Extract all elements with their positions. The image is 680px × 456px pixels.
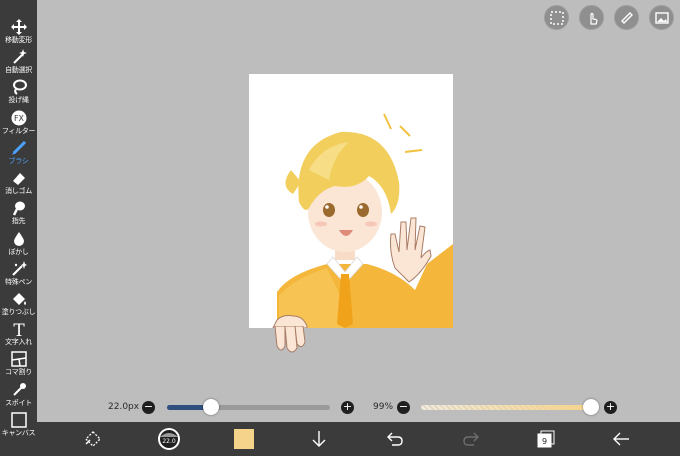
touch-button[interactable] xyxy=(579,5,604,30)
image-button[interactable] xyxy=(649,5,674,30)
tool-move[interactable]: 移動変形 xyxy=(0,18,37,48)
tool-text[interactable]: T 文字入れ xyxy=(0,320,37,350)
tool-label: コマ割り xyxy=(5,368,32,376)
tool-label: 移動変形 xyxy=(5,36,32,44)
tool-finger[interactable]: 指先 xyxy=(0,199,37,229)
brush-size-value: 22.0px xyxy=(108,402,140,412)
fill-icon xyxy=(12,293,26,305)
redo-icon xyxy=(463,432,479,446)
transform-icon xyxy=(85,431,101,447)
canvas-icon xyxy=(10,412,27,428)
transform-button[interactable] xyxy=(79,422,107,456)
tool-label: ぼかし xyxy=(8,248,29,256)
left-toolbar: 移動変形 自動選択 投げ縄 FX フィルター ブラシ 消しゴム 指先 ぼかし 特… xyxy=(0,0,37,456)
lasso-icon xyxy=(12,79,27,95)
eraser-icon xyxy=(12,173,25,185)
tool-label: 投げ縄 xyxy=(8,96,29,104)
opacity-track-fill xyxy=(421,405,592,410)
tool-label: 自動選択 xyxy=(5,66,32,74)
brush-size-button[interactable]: 22.0 xyxy=(154,422,184,456)
move-icon xyxy=(10,19,27,35)
tool-lasso[interactable]: 投げ縄 xyxy=(0,78,37,108)
fx-icon: FX xyxy=(11,110,26,126)
tool-label: 特殊ペン xyxy=(5,278,32,286)
opacity-increase-button[interactable]: + xyxy=(604,401,617,414)
undo-button[interactable] xyxy=(383,422,407,456)
frame-divider-icon xyxy=(10,351,27,367)
selection-button[interactable] xyxy=(544,5,569,30)
tool-frame-divider[interactable]: コマ割り xyxy=(0,350,37,380)
hand-overhang xyxy=(274,326,306,353)
tool-filter[interactable]: FX フィルター xyxy=(0,109,37,139)
touch-icon xyxy=(589,12,598,25)
image-icon xyxy=(654,11,669,24)
finger-icon xyxy=(12,201,25,216)
tool-label: 消しゴム xyxy=(5,187,32,195)
tool-label: 文字入れ xyxy=(5,338,32,346)
tool-brush[interactable]: ブラシ xyxy=(0,139,37,169)
brush-icon xyxy=(11,140,26,155)
tool-eyedropper[interactable]: スポイト xyxy=(0,381,37,411)
bottom-toolbar: 22.0 9 xyxy=(37,422,680,456)
tool-fill[interactable]: 塗りつぶし xyxy=(0,290,37,320)
ruler-icon xyxy=(620,11,633,24)
opacity-value: 99% xyxy=(373,402,394,412)
svg-text:9: 9 xyxy=(542,437,547,446)
tool-auto-select[interactable]: 自動選択 xyxy=(0,48,37,78)
layers-icon: 9 xyxy=(537,430,555,448)
redo-button[interactable] xyxy=(459,422,483,456)
tool-eraser[interactable]: 消しゴム xyxy=(0,169,37,199)
download-button[interactable] xyxy=(307,422,331,456)
layers-button[interactable]: 9 xyxy=(534,422,558,456)
selection-icon xyxy=(549,10,564,25)
eyedropper-icon xyxy=(12,383,26,396)
text-icon: T xyxy=(13,321,25,337)
ruler-button[interactable] xyxy=(614,5,639,30)
undo-icon xyxy=(387,432,403,446)
back-arrow-icon xyxy=(613,432,629,446)
drawing-canvas[interactable] xyxy=(249,74,453,328)
artwork-illustration xyxy=(272,113,453,328)
blur-icon xyxy=(13,232,24,246)
opacity-slider-knob[interactable] xyxy=(583,399,600,415)
tool-label: ブラシ xyxy=(8,157,29,165)
brush-size-icon: 22.0 xyxy=(158,428,180,450)
download-icon xyxy=(312,431,326,447)
brush-size-slider-knob[interactable] xyxy=(203,399,219,415)
tool-label: スポイト xyxy=(5,399,32,407)
tool-label: 指先 xyxy=(11,217,26,225)
svg-text:FX: FX xyxy=(13,114,24,123)
color-button[interactable] xyxy=(232,422,256,456)
opacity-decrease-button[interactable]: − xyxy=(397,401,410,414)
tool-label: フィルター xyxy=(1,127,36,135)
tool-label: キャンバス xyxy=(1,429,36,437)
magic-wand-icon xyxy=(12,49,27,64)
tool-canvas[interactable]: キャンバス xyxy=(0,411,37,441)
color-swatch xyxy=(234,429,254,449)
back-button[interactable] xyxy=(609,422,633,456)
brush-size-decrease-button[interactable]: − xyxy=(142,401,155,414)
svg-text:22.0: 22.0 xyxy=(162,438,176,445)
svg-text:T: T xyxy=(13,321,25,337)
tool-label: 塗りつぶし xyxy=(1,308,36,316)
tool-blur[interactable]: ぼかし xyxy=(0,230,37,260)
tool-special-pen[interactable]: 特殊ペン xyxy=(0,260,37,290)
brush-size-increase-button[interactable]: + xyxy=(341,401,354,414)
special-pen-icon xyxy=(11,261,27,276)
